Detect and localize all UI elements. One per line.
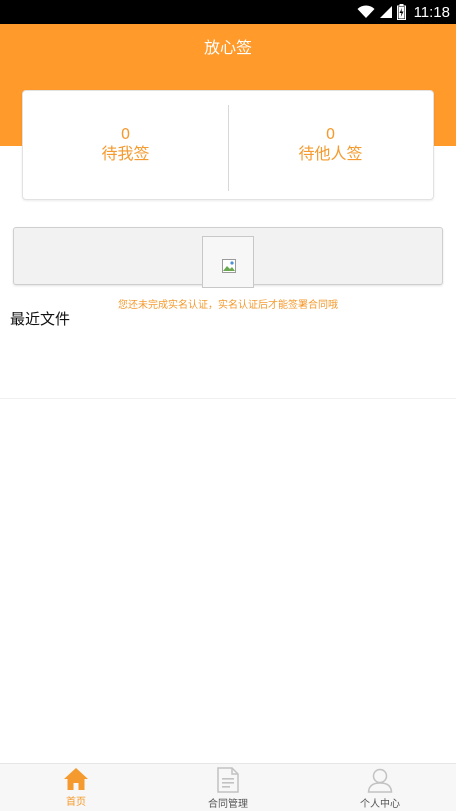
banner-image bbox=[202, 236, 254, 288]
nav-label: 合同管理 bbox=[208, 799, 248, 810]
status-icons: 11:18 bbox=[357, 0, 450, 24]
status-time: 11:18 bbox=[413, 3, 450, 21]
home-icon bbox=[63, 767, 89, 791]
battery-icon bbox=[396, 4, 406, 20]
section-divider bbox=[0, 398, 456, 399]
stat-count: 0 bbox=[120, 125, 131, 143]
stat-label: 待他人签 bbox=[298, 144, 363, 163]
nav-profile[interactable]: 个人中心 bbox=[304, 764, 456, 811]
recent-files-title: 最近文件 bbox=[10, 310, 71, 328]
status-bar: 11:18 bbox=[0, 0, 456, 24]
banner[interactable] bbox=[13, 227, 443, 288]
signing-stats-card: 0 待我签 0 待他人签 bbox=[22, 90, 434, 200]
nav-label: 个人中心 bbox=[360, 799, 400, 810]
wifi-icon bbox=[357, 5, 375, 19]
page-title: 放心签 bbox=[203, 38, 252, 57]
nav-contract-management[interactable]: 合同管理 bbox=[152, 764, 304, 811]
stat-label: 待我签 bbox=[101, 144, 150, 163]
person-icon bbox=[367, 767, 393, 793]
nav-label: 首页 bbox=[66, 797, 86, 808]
bottom-nav: 首页 合同管理 个人中心 bbox=[0, 763, 456, 811]
nav-home[interactable]: 首页 bbox=[0, 764, 152, 811]
document-icon bbox=[216, 767, 240, 793]
signal-icon bbox=[379, 5, 393, 19]
stat-count: 0 bbox=[325, 125, 336, 143]
stat-to-sign-by-me[interactable]: 0 待我签 bbox=[23, 91, 228, 199]
broken-image-icon bbox=[222, 258, 236, 277]
stat-to-sign-by-others[interactable]: 0 待他人签 bbox=[228, 91, 433, 199]
